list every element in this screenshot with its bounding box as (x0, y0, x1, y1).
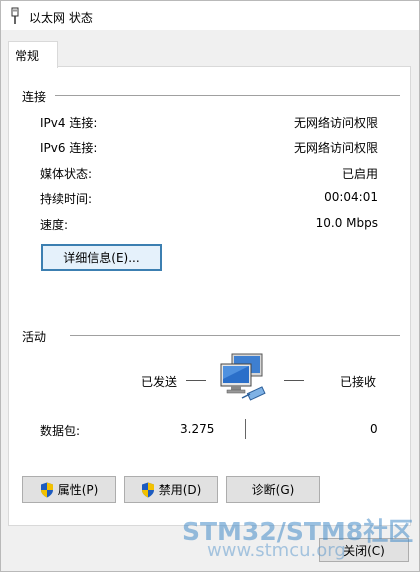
speed-label: 速度: (40, 218, 69, 232)
tab-panel-general (8, 66, 411, 526)
connection-section-label: 连接 (22, 90, 47, 104)
speed-value: 10.0 Mbps (315, 216, 378, 230)
media-state-label: 媒体状态: (40, 167, 93, 181)
watermark-url: www.stmcu.org (207, 540, 346, 561)
sent-dash (186, 380, 206, 381)
network-cable-icon (11, 7, 19, 24)
tab-general-label: 常规 (15, 49, 40, 63)
title-bar: 以太网 状态 (0, 0, 420, 31)
properties-button[interactable]: 属性(P) (22, 476, 116, 503)
shield-icon (40, 482, 53, 497)
window-title: 以太网 状态 (29, 11, 93, 25)
duration-value: 00:04:01 (324, 190, 378, 204)
network-computer-icon (220, 353, 266, 401)
connection-divider (55, 95, 400, 96)
sent-label: 已发送 (141, 375, 178, 389)
packets-received-value: 0 (370, 422, 378, 436)
received-label: 已接收 (340, 375, 377, 389)
disable-button[interactable]: 禁用(D) (124, 476, 218, 503)
received-dash (284, 380, 304, 381)
packets-sent-value: 3.275 (180, 422, 215, 436)
activity-divider (70, 335, 400, 336)
properties-button-label: 属性(P) (57, 483, 99, 497)
details-button[interactable]: 详细信息(E)... (41, 244, 162, 271)
ipv6-value: 无网络访问权限 (293, 141, 378, 155)
diagnose-button[interactable]: 诊断(G) (226, 476, 320, 503)
activity-divider-vertical (245, 419, 246, 439)
ipv4-value: 无网络访问权限 (293, 116, 378, 130)
tab-general[interactable]: 常规 (8, 41, 58, 68)
disable-button-label: 禁用(D) (158, 483, 202, 497)
media-state-value: 已启用 (341, 167, 378, 181)
duration-label: 持续时间: (40, 192, 93, 206)
shield-icon (141, 482, 154, 497)
ipv4-label: IPv4 连接: (40, 116, 98, 130)
activity-section-label: 活动 (22, 330, 47, 344)
packets-label: 数据包: (40, 424, 81, 438)
ipv6-label: IPv6 连接: (40, 141, 98, 155)
